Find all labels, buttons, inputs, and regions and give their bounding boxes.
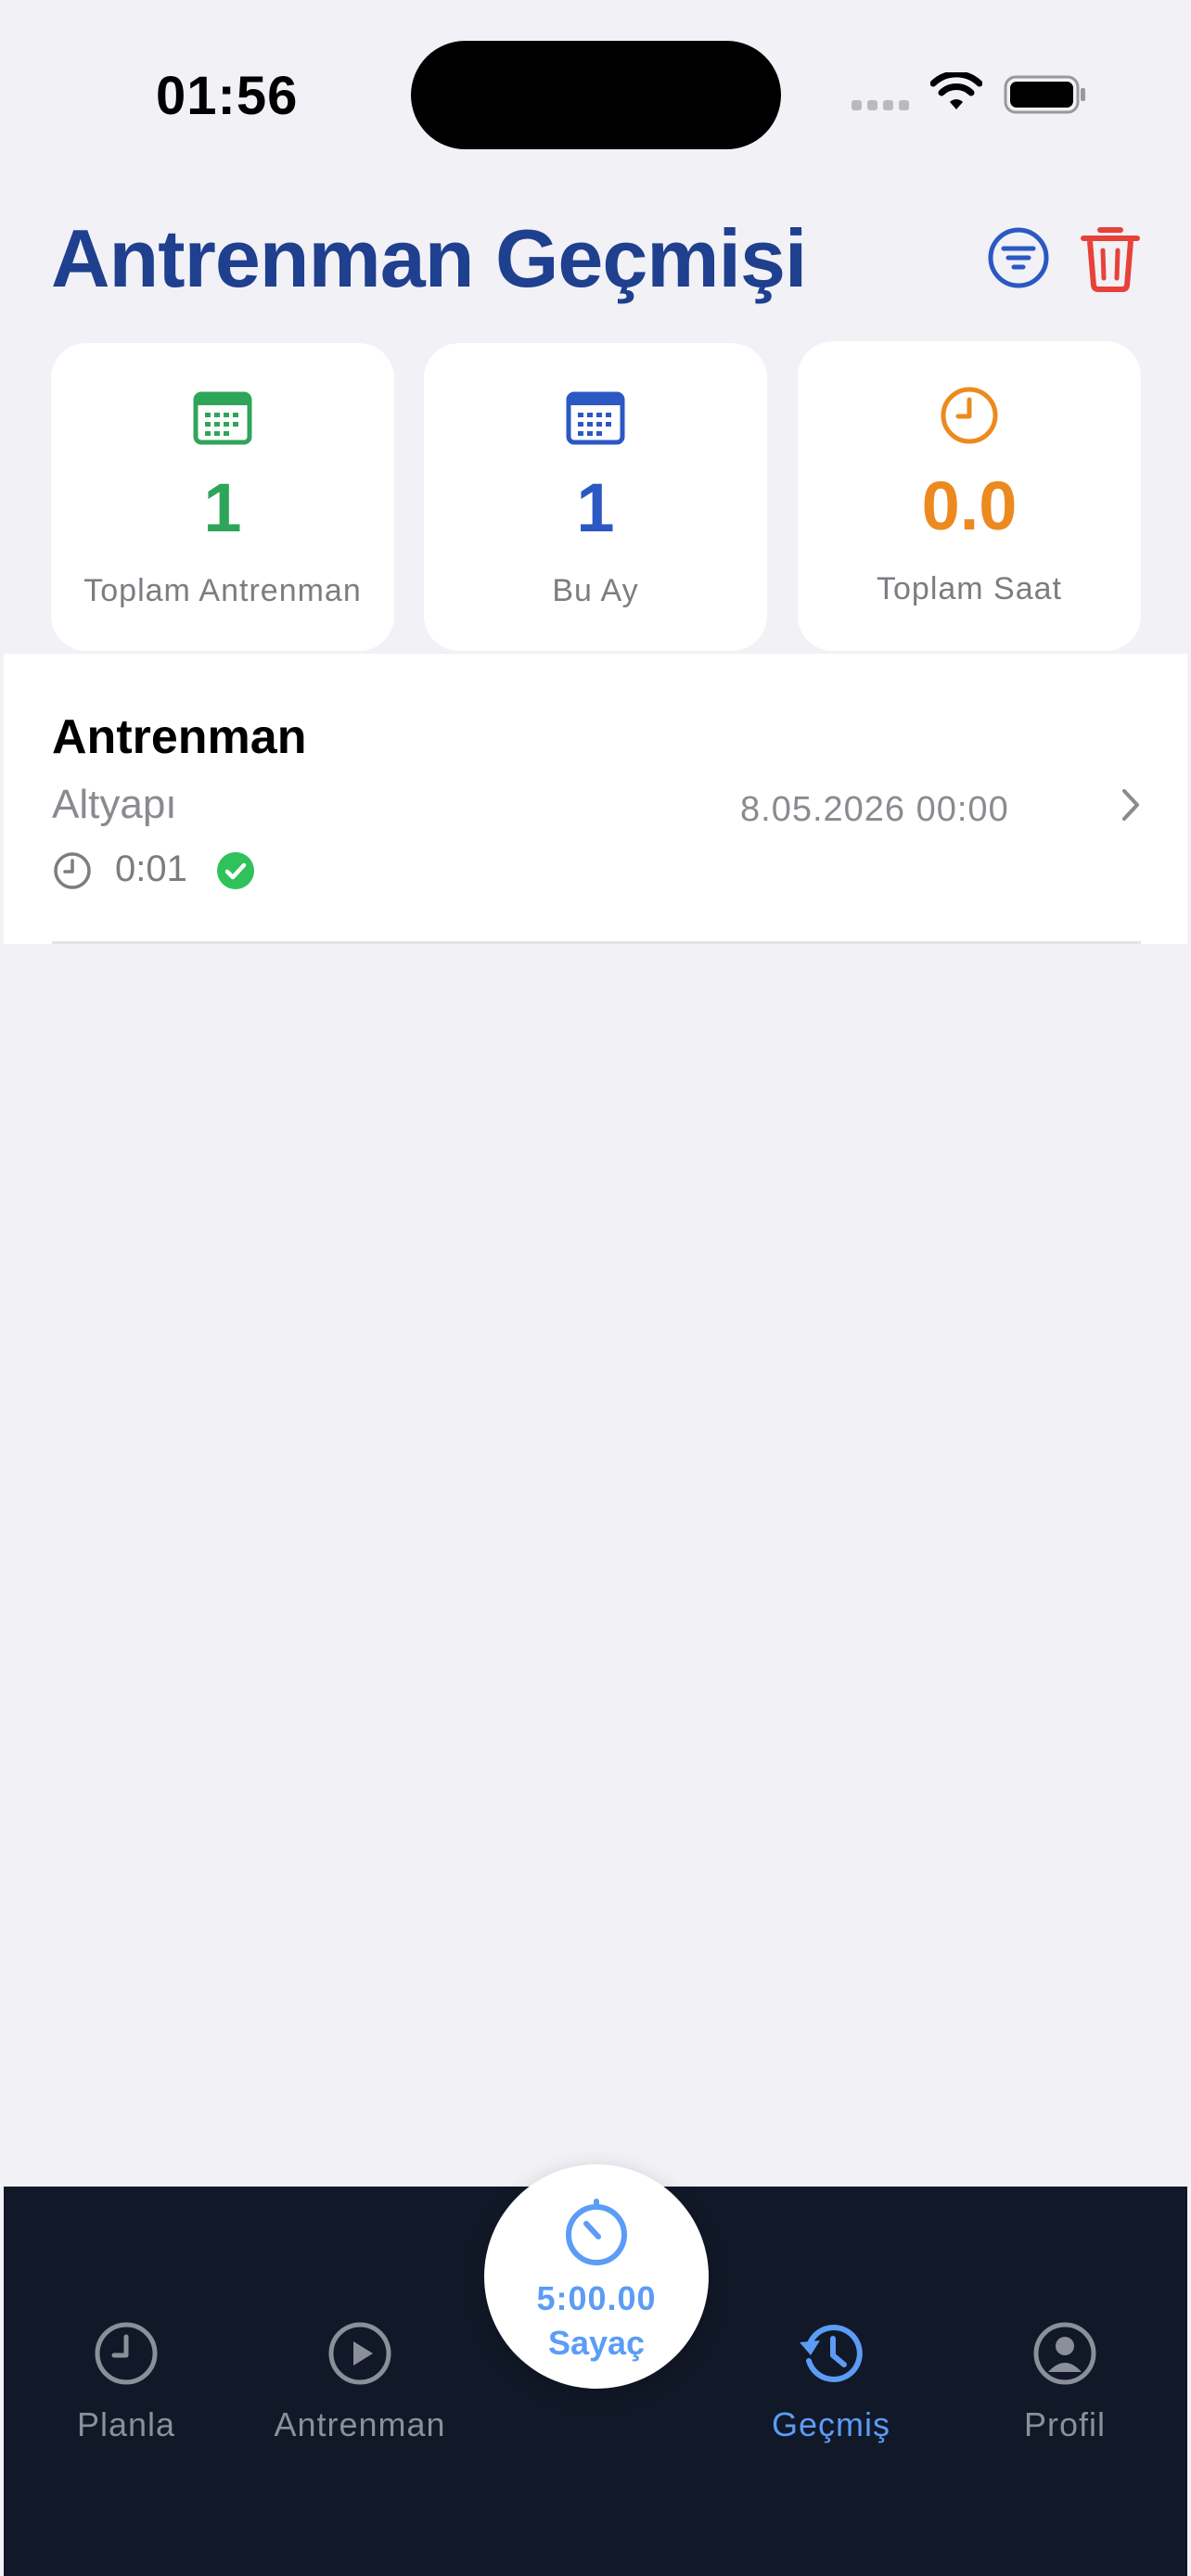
tab-label: Geçmiş <box>771 2405 890 2443</box>
calendar-icon <box>193 391 252 445</box>
workout-duration: 0:01 <box>115 848 187 889</box>
timer-value: 5:00.00 <box>536 2279 657 2317</box>
stat-card-total-hours: 0.0 Toplam Saat <box>798 341 1141 651</box>
chevron-right-icon <box>1122 789 1139 821</box>
battery-icon <box>1004 75 1085 114</box>
clock-icon <box>941 387 998 444</box>
tab-label: Antrenman <box>274 2405 446 2443</box>
status-time: 01:56 <box>156 66 299 126</box>
tab-gecmis[interactable]: Geçmiş <box>738 2318 924 2444</box>
tab-antrenman[interactable]: Antrenman <box>267 2318 453 2444</box>
workout-title: Antrenman <box>52 710 307 764</box>
stat-label: Toplam Saat <box>877 571 1062 606</box>
profile-icon <box>1033 2322 1096 2385</box>
completed-check-icon <box>217 852 254 889</box>
calendar-icon <box>566 391 625 445</box>
stat-card-total-workouts: 1 Toplam Antrenman <box>51 343 394 651</box>
stat-label: Toplam Antrenman <box>83 573 362 608</box>
play-icon <box>328 2322 391 2385</box>
row-divider <box>52 941 1141 944</box>
timer-label: Sayaç <box>547 2324 646 2362</box>
history-icon <box>800 2325 863 2382</box>
filter-icon[interactable] <box>987 226 1050 289</box>
stat-value: 1 <box>576 469 615 546</box>
stat-value: 0.0 <box>921 467 1018 544</box>
workout-date: 8.05.2026 00:00 <box>740 790 1009 829</box>
cellular-signal-icon <box>852 100 909 110</box>
clock-icon <box>95 2322 158 2385</box>
stat-label: Bu Ay <box>552 573 639 608</box>
stat-card-this-month: 1 Bu Ay <box>424 343 767 651</box>
tab-profil[interactable]: Profil <box>972 2318 1158 2444</box>
stat-value: 1 <box>203 469 242 546</box>
trash-icon[interactable] <box>1078 223 1143 293</box>
stopwatch-icon <box>566 2199 627 2265</box>
clock-icon <box>54 852 91 889</box>
tab-planla[interactable]: Planla <box>33 2318 219 2444</box>
history-row[interactable]: Antrenman Altyapı 8.05.2026 00:00 0:01 <box>4 654 1187 944</box>
dynamic-island <box>411 41 781 149</box>
timer-button[interactable]: 5:00.00 Sayaç <box>484 2164 709 2389</box>
workout-category: Altyapı <box>52 782 177 827</box>
tab-label: Planla <box>76 2405 176 2443</box>
wifi-icon <box>930 72 982 109</box>
tab-label: Profil <box>1023 2405 1107 2443</box>
workout-history-list: Antrenman Altyapı 8.05.2026 00:00 0:01 <box>4 654 1187 944</box>
page-title: Antrenman Geçmişi <box>51 212 807 304</box>
